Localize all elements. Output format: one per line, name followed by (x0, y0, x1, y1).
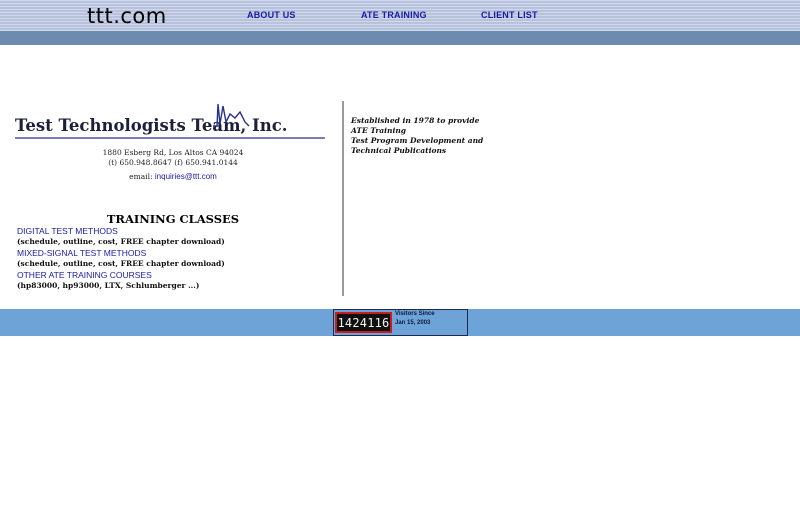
counter-label-2: Jan 15, 2003 (395, 320, 431, 326)
nav-ate-training[interactable]: ATE TRAINING (361, 10, 427, 20)
tagline-line-1: Established in 1978 to provide (351, 116, 480, 125)
site-title: ttt.com (87, 4, 167, 28)
course-link-other-ate[interactable]: OTHER ATE TRAINING COURSES (17, 270, 152, 280)
tagline-line-4: Technical Publications (351, 146, 447, 155)
counter-digits: 1424116 (335, 312, 392, 333)
nav-client-list[interactable]: CLIENT LIST (481, 10, 538, 20)
tagline-line-3: Test Program Development and (351, 136, 484, 145)
counter-label-1: Visitors Since (395, 311, 435, 317)
course-link-digital[interactable]: DIGITAL TEST METHODS (17, 226, 118, 236)
company-phones: (t) 650.948.8647 (f) 650.941.0144 (108, 158, 238, 167)
logo-wordmark: Test Technologists Team, Inc. (15, 116, 288, 135)
company-logo: Test Technologists Team, Inc. (15, 103, 325, 139)
training-heading: TRAINING CLASSES (106, 212, 240, 226)
header-stripe (0, 31, 800, 45)
course-desc-other-ate: (hp83000, hp93000, LTX, Schlumberger ...… (17, 281, 200, 290)
column-divider (342, 101, 344, 296)
email-line: email: inquiries@ttt.com (14, 172, 332, 181)
email-link[interactable]: inquiries@ttt.com (155, 172, 217, 181)
company-address: 1880 Esberg Rd, Los Altos CA 94024 (102, 148, 244, 157)
email-label: email: (129, 172, 153, 181)
course-desc-digital: (schedule, outline, cost, FREE chapter d… (17, 237, 225, 246)
tagline-line-2: ATE Training (351, 126, 407, 135)
counter-value: 1424116 (337, 315, 390, 330)
course-link-mixed-signal[interactable]: MIXED-SIGNAL TEST METHODS (17, 248, 146, 258)
nav-about-us[interactable]: ABOUT US (247, 10, 296, 20)
course-desc-mixed-signal: (schedule, outline, cost, FREE chapter d… (17, 259, 225, 268)
